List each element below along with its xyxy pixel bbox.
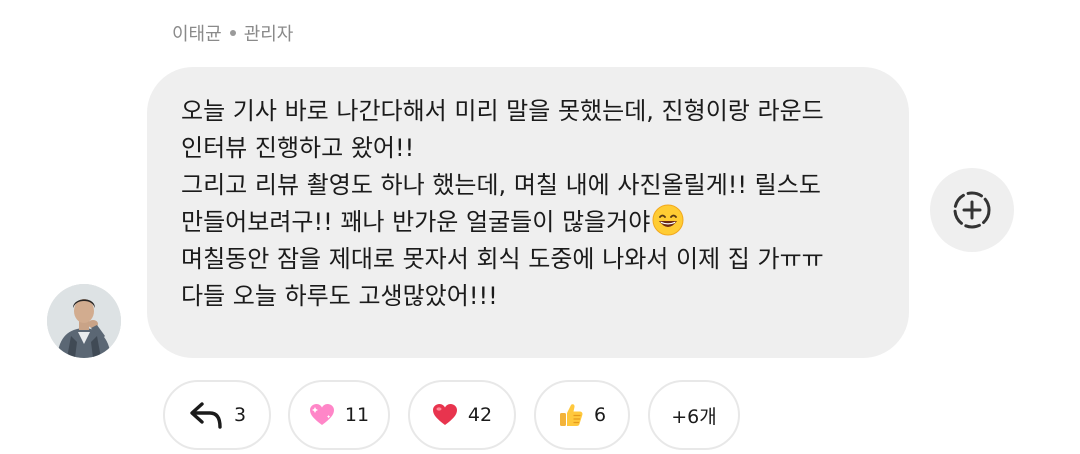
reaction-count: 6: [593, 404, 607, 426]
message-line: 며칠동안 잠을 제대로 못자서 회식 도중에 나와서 이제 집 가ㅠㅠ: [181, 245, 824, 273]
message-line: 다들 오늘 하루도 고생많았어!!!: [181, 282, 498, 310]
red-heart-emoji: [432, 403, 458, 427]
add-reaction-button[interactable]: [930, 168, 1014, 252]
author-line: 이태균 관리자: [172, 20, 293, 46]
grinning-smiling-eyes-emoji: [652, 204, 684, 236]
reply-arrow-icon: [188, 400, 224, 430]
more-reactions-count: +6개: [671, 405, 717, 428]
author-role: 관리자: [243, 24, 294, 45]
reply-button[interactable]: 3: [163, 380, 271, 450]
chat-message: 이태균 관리자 오늘 기사 바로 나간다해서 미리 말을 못했는데, 진형이랑 …: [0, 0, 1080, 454]
add-reaction-icon: [953, 191, 991, 229]
reaction-count: 42: [467, 404, 493, 426]
message-line-with-emoji: 만들어보려구!! 꽤나 반가운 얼굴들이 많을거야: [181, 204, 889, 241]
avatar-photo: [47, 284, 121, 358]
author-name[interactable]: 이태균: [172, 20, 222, 46]
avatar[interactable]: [47, 284, 121, 358]
more-reactions-button[interactable]: +6개: [648, 380, 740, 450]
pink-heart-emoji: [309, 403, 335, 427]
message-line: 그리고 리뷰 촬영도 하나 했는데, 며칠 내에 사진올릴게!! 릴스도: [181, 171, 821, 199]
message-line: 만들어보려구!! 꽤나 반가운 얼굴들이 많을거야: [181, 208, 651, 236]
separator-dot: [229, 30, 236, 36]
message-line: 오늘 기사 바로 나간다해서 미리 말을 못했는데, 진형이랑 라운드: [181, 97, 824, 125]
reply-count: 3: [233, 404, 247, 426]
message-line: 인터뷰 진행하고 왔어!!: [181, 134, 415, 162]
reaction-pink-heart[interactable]: 11: [288, 380, 390, 450]
reaction-count: 11: [344, 404, 370, 426]
reaction-red-heart[interactable]: 42: [408, 380, 516, 450]
message-bubble[interactable]: 오늘 기사 바로 나간다해서 미리 말을 못했는데, 진형이랑 라운드 인터뷰 …: [147, 67, 909, 358]
thumbs-up-emoji: [558, 402, 584, 428]
reaction-thumbs-up[interactable]: 6: [534, 380, 630, 450]
